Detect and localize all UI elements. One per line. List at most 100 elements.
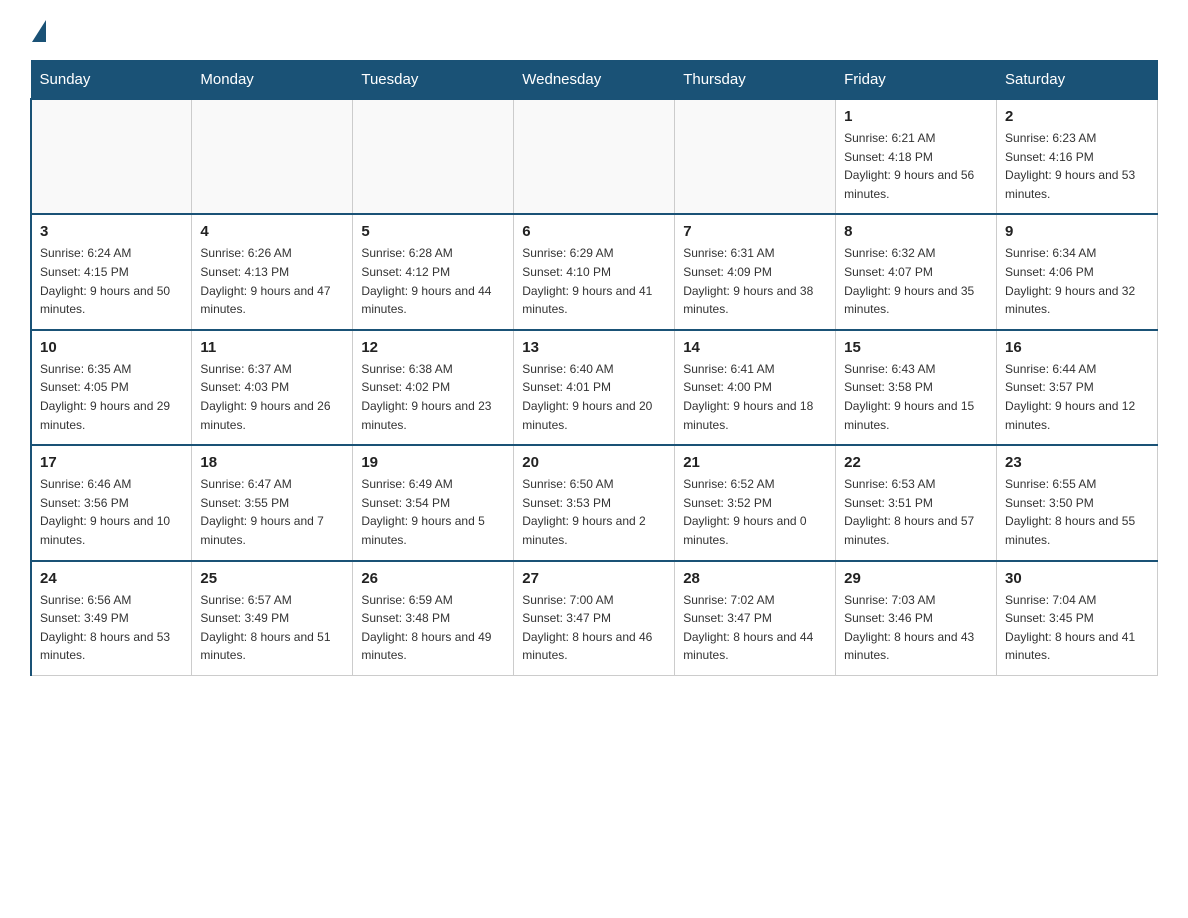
calendar-cell: 26 Sunrise: 6:59 AMSunset: 3:48 PMDayligh… — [353, 561, 514, 676]
calendar-cell: 3 Sunrise: 6:24 AMSunset: 4:15 PMDaylight… — [31, 214, 192, 329]
day-info: Sunrise: 6:26 AMSunset: 4:13 PMDaylight:… — [200, 244, 344, 318]
calendar-cell: 22Sunrise: 6:53 AMSunset: 3:51 PMDayligh… — [836, 445, 997, 560]
logo-triangle-icon — [32, 20, 46, 42]
day-number: 16 — [1005, 339, 1149, 356]
calendar-cell: 27Sunrise: 7:00 AMSunset: 3:47 PMDayligh… — [514, 561, 675, 676]
calendar-cell: 20Sunrise: 6:50 AMSunset: 3:53 PMDayligh… — [514, 445, 675, 560]
logo — [30, 20, 48, 42]
calendar-cell: 4 Sunrise: 6:26 AMSunset: 4:13 PMDaylight… — [192, 214, 353, 329]
day-number: 3 — [40, 223, 183, 240]
day-info: Sunrise: 6:56 AMSunset: 3:49 PMDaylight:… — [40, 591, 183, 665]
day-number: 18 — [200, 454, 344, 471]
weekday-header-friday: Friday — [836, 61, 997, 100]
calendar-cell: 29 Sunrise: 7:03 AMSunset: 3:46 PMDayligh… — [836, 561, 997, 676]
day-number: 22 — [844, 454, 988, 471]
week-row-4: 17 Sunrise: 6:46 AMSunset: 3:56 PMDayligh… — [31, 445, 1158, 560]
day-number: 15 — [844, 339, 988, 356]
weekday-header-tuesday: Tuesday — [353, 61, 514, 100]
day-info: Sunrise: 6:46 AMSunset: 3:56 PMDaylight:… — [40, 475, 183, 549]
calendar-cell — [675, 99, 836, 214]
day-info: Sunrise: 6:44 AMSunset: 3:57 PMDaylight:… — [1005, 360, 1149, 434]
week-row-1: 1 Sunrise: 6:21 AMSunset: 4:18 PMDaylight… — [31, 99, 1158, 214]
calendar-cell: 17 Sunrise: 6:46 AMSunset: 3:56 PMDayligh… — [31, 445, 192, 560]
day-info: Sunrise: 6:21 AMSunset: 4:18 PMDaylight:… — [844, 129, 988, 203]
day-number: 12 — [361, 339, 505, 356]
weekday-header-row: SundayMondayTuesdayWednesdayThursdayFrid… — [31, 61, 1158, 100]
calendar-table: SundayMondayTuesdayWednesdayThursdayFrid… — [30, 60, 1158, 676]
weekday-header-monday: Monday — [192, 61, 353, 100]
day-info: Sunrise: 6:55 AMSunset: 3:50 PMDaylight:… — [1005, 475, 1149, 549]
week-row-3: 10 Sunrise: 6:35 AMSunset: 4:05 PMDayligh… — [31, 330, 1158, 445]
day-number: 21 — [683, 454, 827, 471]
day-number: 29 — [844, 570, 988, 587]
calendar-cell — [192, 99, 353, 214]
calendar-cell: 9 Sunrise: 6:34 AMSunset: 4:06 PMDaylight… — [997, 214, 1158, 329]
day-number: 28 — [683, 570, 827, 587]
day-info: Sunrise: 6:57 AMSunset: 3:49 PMDaylight:… — [200, 591, 344, 665]
calendar-cell: 18 Sunrise: 6:47 AMSunset: 3:55 PMDayligh… — [192, 445, 353, 560]
day-info: Sunrise: 6:59 AMSunset: 3:48 PMDaylight:… — [361, 591, 505, 665]
day-info: Sunrise: 6:43 AMSunset: 3:58 PMDaylight:… — [844, 360, 988, 434]
day-number: 4 — [200, 223, 344, 240]
calendar-cell: 23 Sunrise: 6:55 AMSunset: 3:50 PMDayligh… — [997, 445, 1158, 560]
day-number: 17 — [40, 454, 183, 471]
calendar-cell: 24 Sunrise: 6:56 AMSunset: 3:49 PMDayligh… — [31, 561, 192, 676]
calendar-cell: 11Sunrise: 6:37 AMSunset: 4:03 PMDayligh… — [192, 330, 353, 445]
day-number: 7 — [683, 223, 827, 240]
header — [30, 20, 1158, 42]
day-number: 24 — [40, 570, 183, 587]
weekday-header-sunday: Sunday — [31, 61, 192, 100]
calendar-cell: 10 Sunrise: 6:35 AMSunset: 4:05 PMDayligh… — [31, 330, 192, 445]
week-row-2: 3 Sunrise: 6:24 AMSunset: 4:15 PMDaylight… — [31, 214, 1158, 329]
day-info: Sunrise: 6:31 AMSunset: 4:09 PMDaylight:… — [683, 244, 827, 318]
day-number: 10 — [40, 339, 183, 356]
day-info: Sunrise: 7:02 AMSunset: 3:47 PMDaylight:… — [683, 591, 827, 665]
day-number: 1 — [844, 108, 988, 125]
day-number: 13 — [522, 339, 666, 356]
day-info: Sunrise: 7:00 AMSunset: 3:47 PMDaylight:… — [522, 591, 666, 665]
calendar-cell: 1 Sunrise: 6:21 AMSunset: 4:18 PMDaylight… — [836, 99, 997, 214]
day-info: Sunrise: 6:40 AMSunset: 4:01 PMDaylight:… — [522, 360, 666, 434]
day-number: 2 — [1005, 108, 1149, 125]
calendar-cell: 25 Sunrise: 6:57 AMSunset: 3:49 PMDayligh… — [192, 561, 353, 676]
calendar-cell: 8Sunrise: 6:32 AMSunset: 4:07 PMDaylight… — [836, 214, 997, 329]
calendar-cell — [31, 99, 192, 214]
day-number: 23 — [1005, 454, 1149, 471]
day-info: Sunrise: 6:29 AMSunset: 4:10 PMDaylight:… — [522, 244, 666, 318]
calendar-cell: 12 Sunrise: 6:38 AMSunset: 4:02 PMDayligh… — [353, 330, 514, 445]
calendar-cell: 2 Sunrise: 6:23 AMSunset: 4:16 PMDaylight… — [997, 99, 1158, 214]
day-number: 30 — [1005, 570, 1149, 587]
day-info: Sunrise: 6:34 AMSunset: 4:06 PMDaylight:… — [1005, 244, 1149, 318]
day-info: Sunrise: 6:35 AMSunset: 4:05 PMDaylight:… — [40, 360, 183, 434]
day-info: Sunrise: 6:50 AMSunset: 3:53 PMDaylight:… — [522, 475, 666, 549]
calendar-cell: 30 Sunrise: 7:04 AMSunset: 3:45 PMDayligh… — [997, 561, 1158, 676]
day-info: Sunrise: 6:49 AMSunset: 3:54 PMDaylight:… — [361, 475, 505, 549]
day-number: 6 — [522, 223, 666, 240]
day-info: Sunrise: 6:23 AMSunset: 4:16 PMDaylight:… — [1005, 129, 1149, 203]
day-info: Sunrise: 7:04 AMSunset: 3:45 PMDaylight:… — [1005, 591, 1149, 665]
week-row-5: 24 Sunrise: 6:56 AMSunset: 3:49 PMDayligh… — [31, 561, 1158, 676]
weekday-header-saturday: Saturday — [997, 61, 1158, 100]
day-number: 11 — [200, 339, 344, 356]
calendar-cell: 19 Sunrise: 6:49 AMSunset: 3:54 PMDayligh… — [353, 445, 514, 560]
day-number: 9 — [1005, 223, 1149, 240]
calendar-cell: 21 Sunrise: 6:52 AMSunset: 3:52 PMDayligh… — [675, 445, 836, 560]
day-number: 26 — [361, 570, 505, 587]
day-info: Sunrise: 7:03 AMSunset: 3:46 PMDaylight:… — [844, 591, 988, 665]
weekday-header-wednesday: Wednesday — [514, 61, 675, 100]
calendar-cell: 6 Sunrise: 6:29 AMSunset: 4:10 PMDaylight… — [514, 214, 675, 329]
day-number: 25 — [200, 570, 344, 587]
calendar-cell: 5Sunrise: 6:28 AMSunset: 4:12 PMDaylight… — [353, 214, 514, 329]
day-info: Sunrise: 6:24 AMSunset: 4:15 PMDaylight:… — [40, 244, 183, 318]
day-info: Sunrise: 6:47 AMSunset: 3:55 PMDaylight:… — [200, 475, 344, 549]
weekday-header-thursday: Thursday — [675, 61, 836, 100]
day-info: Sunrise: 6:28 AMSunset: 4:12 PMDaylight:… — [361, 244, 505, 318]
day-info: Sunrise: 6:32 AMSunset: 4:07 PMDaylight:… — [844, 244, 988, 318]
day-number: 19 — [361, 454, 505, 471]
day-info: Sunrise: 6:52 AMSunset: 3:52 PMDaylight:… — [683, 475, 827, 549]
calendar-cell: 14 Sunrise: 6:41 AMSunset: 4:00 PMDayligh… — [675, 330, 836, 445]
day-info: Sunrise: 6:38 AMSunset: 4:02 PMDaylight:… — [361, 360, 505, 434]
day-number: 14 — [683, 339, 827, 356]
calendar-cell — [514, 99, 675, 214]
day-info: Sunrise: 6:41 AMSunset: 4:00 PMDaylight:… — [683, 360, 827, 434]
